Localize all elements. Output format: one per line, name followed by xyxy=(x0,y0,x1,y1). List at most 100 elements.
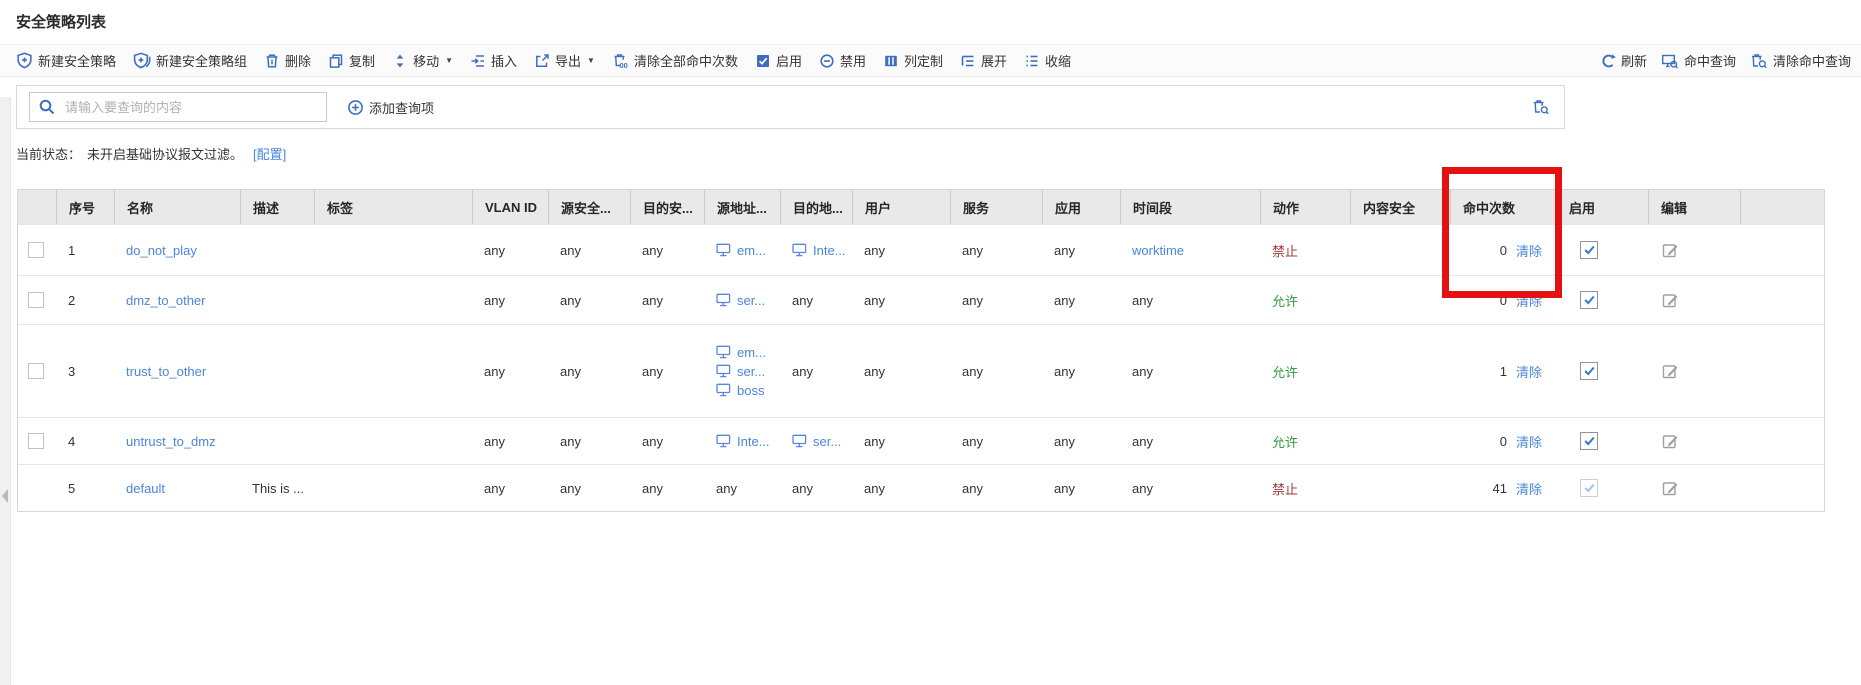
toolbar-item-hit-query[interactable]: 命中查询 xyxy=(1661,51,1736,70)
column-header-edit: 编辑 xyxy=(1648,190,1740,224)
policy-name-link[interactable]: trust_to_other xyxy=(126,364,206,379)
clear-hits-link[interactable]: 清除 xyxy=(1516,241,1542,260)
clear-hits-link[interactable]: 清除 xyxy=(1516,291,1542,310)
hit-count: 0 xyxy=(1500,293,1507,308)
column-header-tag: 标签 xyxy=(314,190,472,224)
cell-enabled xyxy=(1556,465,1648,511)
edit-button[interactable] xyxy=(1662,433,1679,450)
cell-seq: 5 xyxy=(56,465,114,511)
toolbar-item-label: 禁用 xyxy=(840,51,866,70)
clear-hits-link[interactable]: 清除 xyxy=(1516,432,1542,451)
cell-filler xyxy=(1740,465,1824,511)
enable-checkbox[interactable] xyxy=(1580,479,1598,497)
search-input[interactable] xyxy=(63,99,318,116)
cell-edit xyxy=(1648,465,1740,511)
address-object-link[interactable]: ser... xyxy=(792,434,841,449)
toolbar-item-clear-hit-query[interactable]: 清除命中查询 xyxy=(1750,51,1851,70)
cell-action: 允许 xyxy=(1260,418,1350,464)
insert-icon xyxy=(470,53,486,69)
address-object-link[interactable]: ser... xyxy=(716,293,765,308)
toolbar-item-label: 展开 xyxy=(981,51,1007,70)
address-object-link[interactable]: ser... xyxy=(716,364,765,379)
table-header: 序号名称描述标签VLAN ID源安全...目的安...源地址...目的地...用… xyxy=(18,190,1824,224)
cell-select xyxy=(18,465,56,511)
toolbar-item-move[interactable]: 移动▼ xyxy=(392,51,453,70)
address-object-link[interactable]: em... xyxy=(716,243,766,258)
toolbar-item-new-policy[interactable]: 新建安全策略 xyxy=(16,51,116,70)
cell-src-address: Inte... xyxy=(704,418,780,464)
toolbar-item-refresh[interactable]: 刷新 xyxy=(1600,51,1647,70)
enable-checkbox[interactable] xyxy=(1580,291,1598,309)
cell-content-security xyxy=(1350,276,1450,324)
table-body: 1do_not_playanyanyanyem...Inte...anyanya… xyxy=(18,224,1824,511)
toolbar-item-clear-all-hits[interactable]: 00清除全部命中次数 xyxy=(612,51,738,70)
toolbar-item-delete[interactable]: 删除 xyxy=(264,51,311,70)
time-range-link[interactable]: worktime xyxy=(1132,243,1184,258)
address-object-link[interactable]: boss xyxy=(716,383,764,398)
cell-application: any xyxy=(1042,276,1120,324)
toolbar-item-copy[interactable]: 复制 xyxy=(328,51,375,70)
enable-checkbox[interactable] xyxy=(1580,432,1598,450)
action-label: 禁止 xyxy=(1272,241,1298,260)
policy-name-link[interactable]: do_not_play xyxy=(126,243,197,258)
toolbar-item-export[interactable]: 导出▼ xyxy=(534,51,595,70)
column-header-src-address: 源地址... xyxy=(704,190,780,224)
config-link[interactable]: [配置] xyxy=(253,145,286,165)
action-label: 允许 xyxy=(1272,291,1298,310)
host-icon xyxy=(716,434,731,448)
toolbar-item-expand[interactable]: 展开 xyxy=(960,51,1007,70)
edit-button[interactable] xyxy=(1662,363,1679,380)
row-seq: 5 xyxy=(68,481,75,496)
edit-button[interactable] xyxy=(1662,242,1679,259)
clear-hits-link[interactable]: 清除 xyxy=(1516,479,1542,498)
enable-checkbox[interactable] xyxy=(1580,241,1598,259)
toolbar-item-disable[interactable]: 禁用 xyxy=(819,51,866,70)
enable-checkbox[interactable] xyxy=(1580,362,1598,380)
cell-user: any xyxy=(852,225,950,275)
table-row: 2dmz_to_otheranyanyanyser...anyanyanyany… xyxy=(18,275,1824,324)
clear-query-button[interactable] xyxy=(1532,99,1550,115)
cell-select xyxy=(18,418,56,464)
column-header-user: 用户 xyxy=(852,190,950,224)
toolbar-item-label: 导出 xyxy=(555,51,581,70)
toolbar-item-customize-columns[interactable]: 列定制 xyxy=(883,51,943,70)
cell-vlan-id: any xyxy=(472,225,548,275)
cell-description xyxy=(240,325,314,417)
row-seq: 1 xyxy=(68,243,75,258)
toolbar-item-collapse[interactable]: 收缩 xyxy=(1024,51,1071,70)
cell-vlan-id: any xyxy=(472,418,548,464)
policy-name-link[interactable]: default xyxy=(126,481,165,496)
collapse-panel-handle[interactable] xyxy=(2,489,8,503)
cell-name: do_not_play xyxy=(114,225,240,275)
address-object-link[interactable]: em... xyxy=(716,345,766,360)
row-select-checkbox[interactable] xyxy=(28,292,44,308)
toolbar-item-label: 删除 xyxy=(285,51,311,70)
add-query-button[interactable]: 添加查询项 xyxy=(347,98,434,117)
toolbar-item-enable[interactable]: 启用 xyxy=(755,51,802,70)
table-row: 1do_not_playanyanyanyem...Inte...anyanya… xyxy=(18,224,1824,275)
clear-hits-link[interactable]: 清除 xyxy=(1516,362,1542,381)
host-icon xyxy=(716,293,731,307)
row-select-checkbox[interactable] xyxy=(28,433,44,449)
edit-button[interactable] xyxy=(1662,292,1679,309)
search-icon xyxy=(38,98,56,116)
toolbar-item-new-policy-group[interactable]: 新建安全策略组 xyxy=(133,51,247,70)
cell-dst-zone: any xyxy=(630,325,704,417)
minus-circle-icon xyxy=(819,53,835,69)
policy-name-link[interactable]: untrust_to_dmz xyxy=(126,434,216,449)
cell-seq: 4 xyxy=(56,418,114,464)
hit-count: 1 xyxy=(1500,364,1507,379)
search-box[interactable] xyxy=(29,92,327,122)
edit-button[interactable] xyxy=(1662,480,1679,497)
toolbar-item-insert[interactable]: 插入 xyxy=(470,51,517,70)
toolbar-item-label: 移动 xyxy=(413,51,439,70)
row-select-checkbox[interactable] xyxy=(28,242,44,258)
cell-filler xyxy=(1740,325,1824,417)
policy-name-link[interactable]: dmz_to_other xyxy=(126,293,206,308)
cell-time-range: any xyxy=(1120,325,1260,417)
row-select-checkbox[interactable] xyxy=(28,363,44,379)
column-header-dst-zone: 目的安... xyxy=(630,190,704,224)
address-object-link[interactable]: Inte... xyxy=(792,243,846,258)
address-object-link[interactable]: Inte... xyxy=(716,434,770,449)
cell-src-zone: any xyxy=(548,465,630,511)
